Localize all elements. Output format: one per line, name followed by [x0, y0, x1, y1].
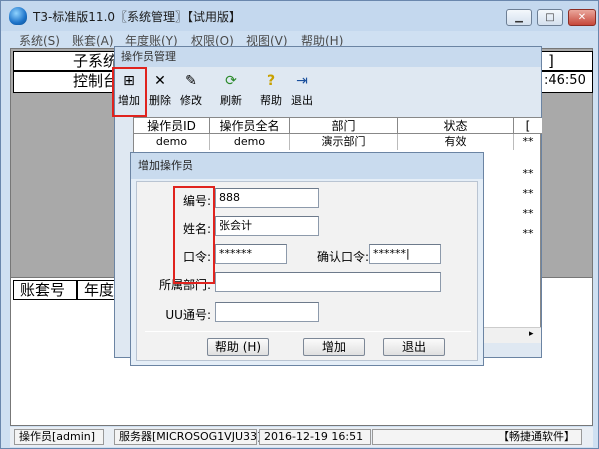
add-button[interactable]: 增加: [303, 338, 365, 356]
cell-dept: 演示部门: [290, 134, 398, 150]
time-value: :46:50: [541, 71, 593, 93]
table-row[interactable]: demo demo 演示部门 有效 **: [134, 134, 542, 150]
exit-icon: ⇥: [296, 73, 308, 89]
header-console: 控制台: [13, 71, 123, 93]
grid-header-dept[interactable]: 部门: [290, 118, 398, 134]
cell-extra: **: [522, 135, 534, 148]
uu-label: UU通号:: [165, 308, 211, 322]
cell-extra: **: [522, 207, 534, 220]
cell-extra: **: [522, 227, 534, 240]
toolbar-exit-button[interactable]: ⇥ 退出: [288, 71, 316, 113]
status-brand: 【畅捷通软件】: [372, 429, 582, 445]
column-account-no: 账套号: [13, 280, 77, 300]
status-server: 服务器[MICROSOG1VJU33]: [114, 429, 261, 445]
toolbar-refresh-label: 刷新: [220, 94, 242, 107]
app-logo-icon: [9, 7, 27, 25]
app-title: T3-标准版11.0〖系统管理〗【试用版】: [33, 10, 242, 24]
help-icon: ?: [266, 73, 276, 89]
minimize-button[interactable]: ▁: [506, 9, 532, 26]
refresh-icon: ⟳: [225, 73, 237, 89]
help-button[interactable]: 帮助 (H): [207, 338, 269, 356]
cell-extra: **: [522, 167, 534, 180]
confirm-password-field[interactable]: ******|: [369, 244, 441, 264]
title-bar: T3-标准版11.0〖系统管理〗【试用版】 ▁ □ ✕: [1, 1, 598, 31]
toolbar-help-label: 帮助: [260, 94, 282, 107]
uu-field[interactable]: [215, 302, 319, 322]
cell-status: 有效: [398, 134, 514, 150]
minimize-icon: ▁: [515, 12, 523, 23]
close-icon: ✕: [577, 12, 587, 23]
dept-field[interactable]: [215, 272, 441, 292]
close-button[interactable]: ✕: [568, 9, 596, 26]
grid-header-fullname[interactable]: 操作员全名: [210, 118, 290, 134]
scroll-right-icon[interactable]: ▸: [529, 329, 534, 339]
maximize-icon: □: [545, 12, 555, 23]
add-dialog-title: 增加操作员: [131, 153, 483, 179]
cell-fullname: demo: [210, 134, 290, 150]
status-operator: 操作员[admin]: [14, 429, 104, 445]
exit-button[interactable]: 退出: [383, 338, 445, 356]
operator-window-title: 操作员管理: [115, 47, 541, 67]
menu-bar: 系统(S) 账套(A) 年度账(Y) 权限(O) 视图(V) 帮助(H): [1, 31, 598, 49]
highlight-box-labels: [173, 186, 215, 284]
grid-header-id[interactable]: 操作员ID: [134, 118, 210, 134]
toolbar-delete-button[interactable]: ✕ 删除: [146, 71, 174, 113]
add-dialog-body: 编号: 888 姓名: 张会计 口令: ****** 确认口令: ******|…: [136, 181, 478, 361]
status-bar: 操作员[admin] 服务器[MICROSOG1VJU33] 2016-12-1…: [10, 427, 593, 447]
menu-system[interactable]: 系统(S): [19, 32, 60, 49]
divider: [145, 331, 471, 332]
toolbar-exit-label: 退出: [291, 94, 313, 107]
header-subsystem: 子系统: [13, 51, 123, 71]
password-field[interactable]: ******: [215, 244, 287, 264]
delete-icon: ✕: [154, 73, 166, 89]
code-field[interactable]: 888: [215, 188, 319, 208]
menu-account[interactable]: 账套(A): [72, 32, 114, 49]
toolbar-delete-label: 删除: [149, 94, 171, 107]
time-header: ]: [541, 51, 593, 71]
toolbar-refresh-button[interactable]: ⟳ 刷新: [217, 71, 245, 113]
maximize-button[interactable]: □: [537, 9, 563, 26]
toolbar-edit-label: 修改: [180, 94, 202, 107]
toolbar-edit-button[interactable]: ✎ 修改: [177, 71, 205, 113]
toolbar-help-button[interactable]: ? 帮助: [257, 71, 285, 113]
cell-extra: **: [522, 187, 534, 200]
cell-id: demo: [134, 134, 210, 150]
grid-header-status[interactable]: 状态: [398, 118, 514, 134]
add-operator-dialog: 增加操作员 编号: 888 姓名: 张会计 口令: ****** 确认口令: *…: [130, 152, 484, 366]
highlight-box-add: [112, 67, 147, 117]
status-datetime: 2016-12-19 16:51: [259, 429, 371, 445]
edit-icon: ✎: [185, 73, 197, 89]
name-field[interactable]: 张会计: [215, 216, 319, 236]
grid-header-extra[interactable]: [: [514, 118, 542, 134]
confirm-password-label: 确认口令:: [316, 250, 369, 264]
